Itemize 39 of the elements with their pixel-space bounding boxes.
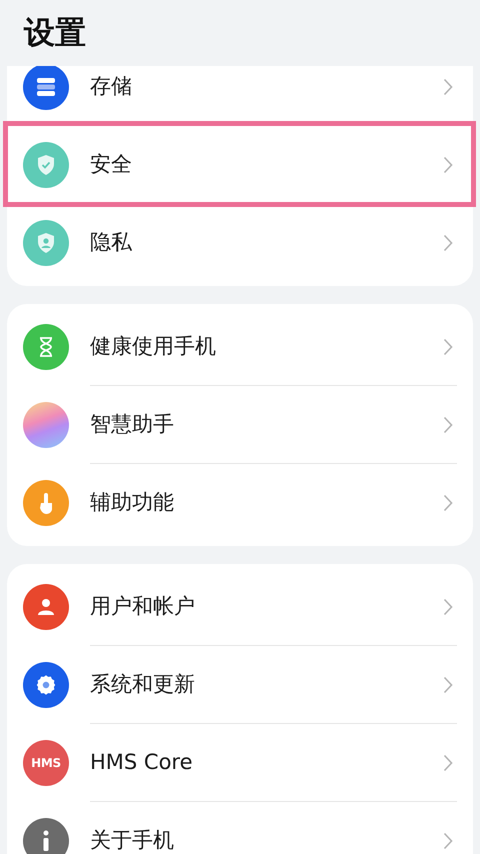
item-label: 辅助功能 xyxy=(90,489,175,516)
item-label: 用户和帐户 xyxy=(90,592,196,620)
chevron-icon xyxy=(443,598,453,616)
settings-item[interactable]: 健康使用手机 xyxy=(7,308,473,386)
chevron-icon xyxy=(443,676,453,694)
item-label: 智慧助手 xyxy=(90,410,175,438)
chevron-icon xyxy=(443,78,453,96)
shield-check-icon xyxy=(23,142,69,188)
hand-pointer-icon xyxy=(23,480,69,526)
item-label: 健康使用手机 xyxy=(90,332,217,360)
chevron-icon xyxy=(443,754,453,772)
settings-item[interactable]: HMS HMS Core xyxy=(7,724,473,802)
chevron-icon xyxy=(443,338,453,356)
settings-icon xyxy=(23,662,69,708)
item-label: 关于手机 xyxy=(90,827,175,854)
item-label: HMS Core xyxy=(90,748,194,776)
item-label: 安全 xyxy=(90,150,133,178)
item-label: 系统和更新 xyxy=(90,670,196,698)
shield-person-icon xyxy=(23,220,69,266)
settings-item[interactable]: 存储 xyxy=(7,66,473,126)
settings-item[interactable]: 安全 xyxy=(7,126,473,204)
chevron-icon xyxy=(443,832,453,850)
hms-logo-icon: HMS xyxy=(23,740,69,786)
item-label: 隐私 xyxy=(90,229,133,256)
chevron-icon xyxy=(443,156,453,174)
item-label: 存储 xyxy=(90,72,133,100)
settings-item[interactable]: 智慧助手 xyxy=(7,386,473,464)
assistant-orb-icon xyxy=(23,402,69,448)
chevron-icon xyxy=(443,494,453,512)
settings-item[interactable]: 隐私 xyxy=(7,204,473,282)
settings-item[interactable]: 关于手机 xyxy=(7,802,473,854)
chevron-icon xyxy=(443,416,453,434)
chevron-icon xyxy=(443,234,453,252)
hourglass-icon xyxy=(23,324,69,370)
settings-item[interactable]: 系统和更新 xyxy=(7,646,473,724)
page-title: 设置 xyxy=(24,14,86,53)
settings-item[interactable]: 用户和帐户 xyxy=(7,568,473,646)
person-icon xyxy=(23,584,69,630)
settings-item[interactable]: 辅助功能 xyxy=(7,464,473,542)
